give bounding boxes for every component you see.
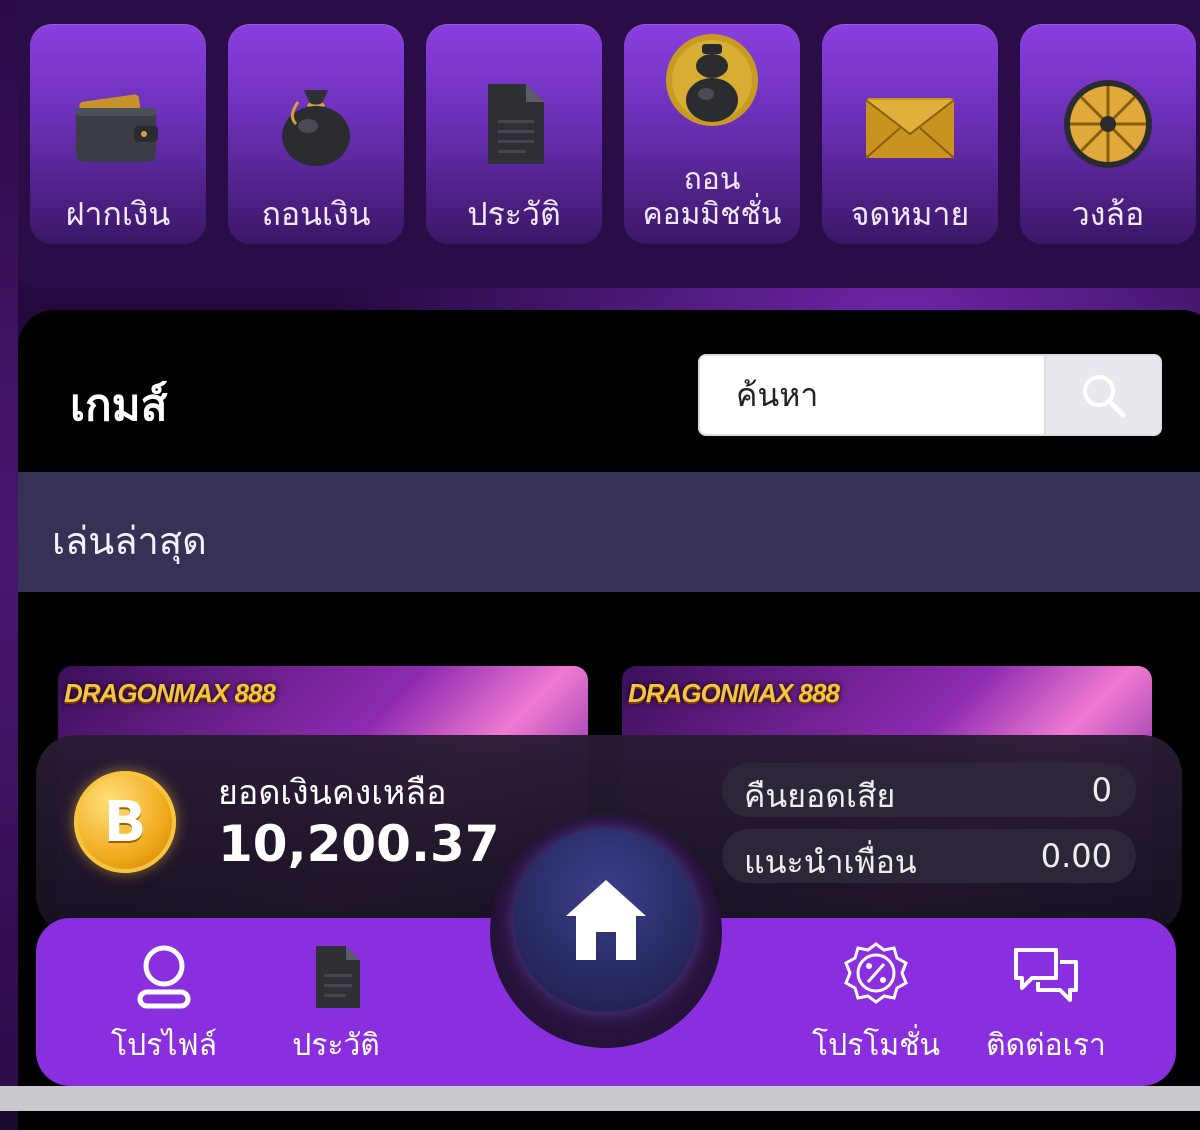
search-box bbox=[698, 354, 1162, 436]
recent-games-header: เล่นล่าสุด bbox=[18, 472, 1200, 592]
nav-profile-label: โปรไฟล์ bbox=[111, 1028, 217, 1063]
nav-history-label: ประวัติ bbox=[292, 1028, 380, 1063]
home-button[interactable] bbox=[514, 828, 698, 1012]
games-title: เกมส์ bbox=[70, 380, 168, 431]
left-edge-decoration bbox=[0, 0, 18, 1111]
bottom-strip bbox=[0, 1086, 1200, 1111]
nav-contact-label: ติดต่อเรา bbox=[986, 1028, 1106, 1063]
pot-icon bbox=[666, 34, 758, 126]
document-icon bbox=[488, 84, 544, 164]
cashback-value: 0 bbox=[1091, 771, 1112, 809]
quick-menu-panel: ฝากเงิน ถอนเงิน ประวัติ ถอนคอมมิชชั่น จด… bbox=[18, 0, 1200, 288]
menu-label-mail: จดหมาย bbox=[850, 195, 970, 233]
wallet-icon bbox=[76, 94, 158, 162]
cashback-stat: คืนยอดเสีย 0 bbox=[722, 763, 1136, 817]
nav-promotion[interactable]: โปรโมชั่น bbox=[796, 940, 956, 1070]
game-brand-logo: DRAGONMAX 888 bbox=[628, 678, 840, 708]
balance-label: ยอดเงินคงเหลือ bbox=[218, 773, 447, 813]
nav-contact[interactable]: ติดต่อเรา bbox=[966, 940, 1126, 1070]
promotion-badge-icon bbox=[844, 942, 908, 1004]
menu-label-deposit: ฝากเงิน bbox=[65, 195, 171, 233]
cashback-label: คืนยอดเสีย bbox=[744, 777, 896, 815]
home-icon bbox=[566, 880, 646, 960]
nav-history[interactable]: ประวัติ bbox=[256, 940, 416, 1070]
menu-label-wheel: วงล้อ bbox=[1071, 195, 1145, 233]
balance-value: 10,200.37 bbox=[218, 815, 500, 873]
coin-icon: B bbox=[74, 771, 176, 873]
wheel-icon bbox=[1064, 80, 1152, 168]
game-brand-logo: DRAGONMAX 888 bbox=[64, 678, 276, 708]
profile-icon bbox=[137, 945, 191, 1009]
envelope-icon bbox=[865, 98, 955, 159]
referral-value: 0.00 bbox=[1040, 837, 1112, 875]
chat-icon bbox=[1014, 948, 1078, 1002]
menu-label-commission: ถอนคอมมิชชั่น bbox=[642, 162, 782, 232]
money-bag-icon bbox=[282, 90, 350, 166]
search-input[interactable] bbox=[700, 356, 1046, 434]
recent-label: เล่นล่าสุด bbox=[52, 519, 207, 563]
menu-tile-withdraw[interactable]: ถอนเงิน bbox=[228, 24, 404, 244]
menu-tile-history[interactable]: ประวัติ bbox=[426, 24, 602, 244]
menu-label-history: ประวัติ bbox=[467, 195, 561, 233]
search-button[interactable] bbox=[1044, 356, 1160, 434]
menu-tile-wheel[interactable]: วงล้อ bbox=[1020, 24, 1196, 244]
nav-profile[interactable]: โปรไฟล์ bbox=[84, 940, 244, 1070]
referral-label: แนะนำเพื่อน bbox=[744, 843, 917, 881]
nav-promotion-label: โปรโมชั่น bbox=[811, 1028, 941, 1063]
search-icon bbox=[1083, 375, 1126, 418]
menu-tile-commission[interactable]: ถอนคอมมิชชั่น bbox=[624, 24, 800, 244]
menu-tile-mail[interactable]: จดหมาย bbox=[822, 24, 998, 244]
referral-stat: แนะนำเพื่อน 0.00 bbox=[722, 829, 1136, 883]
document-icon bbox=[316, 946, 360, 1008]
menu-label-withdraw: ถอนเงิน bbox=[261, 195, 371, 233]
menu-tile-deposit[interactable]: ฝากเงิน bbox=[30, 24, 206, 244]
